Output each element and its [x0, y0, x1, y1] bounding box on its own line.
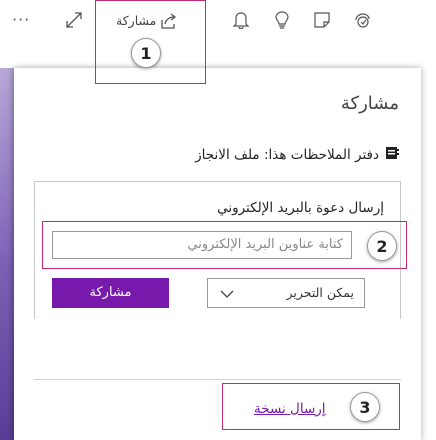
notebook-label: دفتر الملاحظات هذا: ملف الانجاز — [195, 147, 379, 163]
panel-title: مشاركة — [340, 93, 399, 114]
callout-box-email — [42, 221, 407, 269]
callout-badge-1: 1 — [131, 38, 161, 68]
background-strip — [0, 68, 14, 440]
bell-icon[interactable] — [232, 10, 250, 30]
notebook-row: دفتر الملاحظات هذا: ملف الانجاز — [195, 146, 399, 164]
more-icon[interactable]: ··· — [12, 12, 30, 28]
permission-dropdown[interactable]: يمكن التحرير — [207, 278, 365, 308]
lightbulb-icon[interactable] — [274, 10, 290, 30]
callout-badge-2: 2 — [367, 231, 397, 261]
toolbar: ··· مشاركة — [0, 0, 436, 68]
share-button[interactable]: مشاركة — [52, 278, 169, 308]
callout-badge-3: 3 — [350, 392, 380, 422]
sticker-icon[interactable] — [353, 11, 375, 29]
notebook-icon — [385, 146, 399, 164]
expand-icon[interactable] — [64, 10, 84, 30]
invite-label: إرسال دعوة بالبريد الإلكتروني — [217, 200, 384, 216]
permission-value: يمكن التحرير — [286, 285, 355, 300]
chevron-down-icon — [220, 287, 234, 302]
note-icon[interactable] — [313, 11, 331, 29]
divider — [34, 379, 401, 380]
